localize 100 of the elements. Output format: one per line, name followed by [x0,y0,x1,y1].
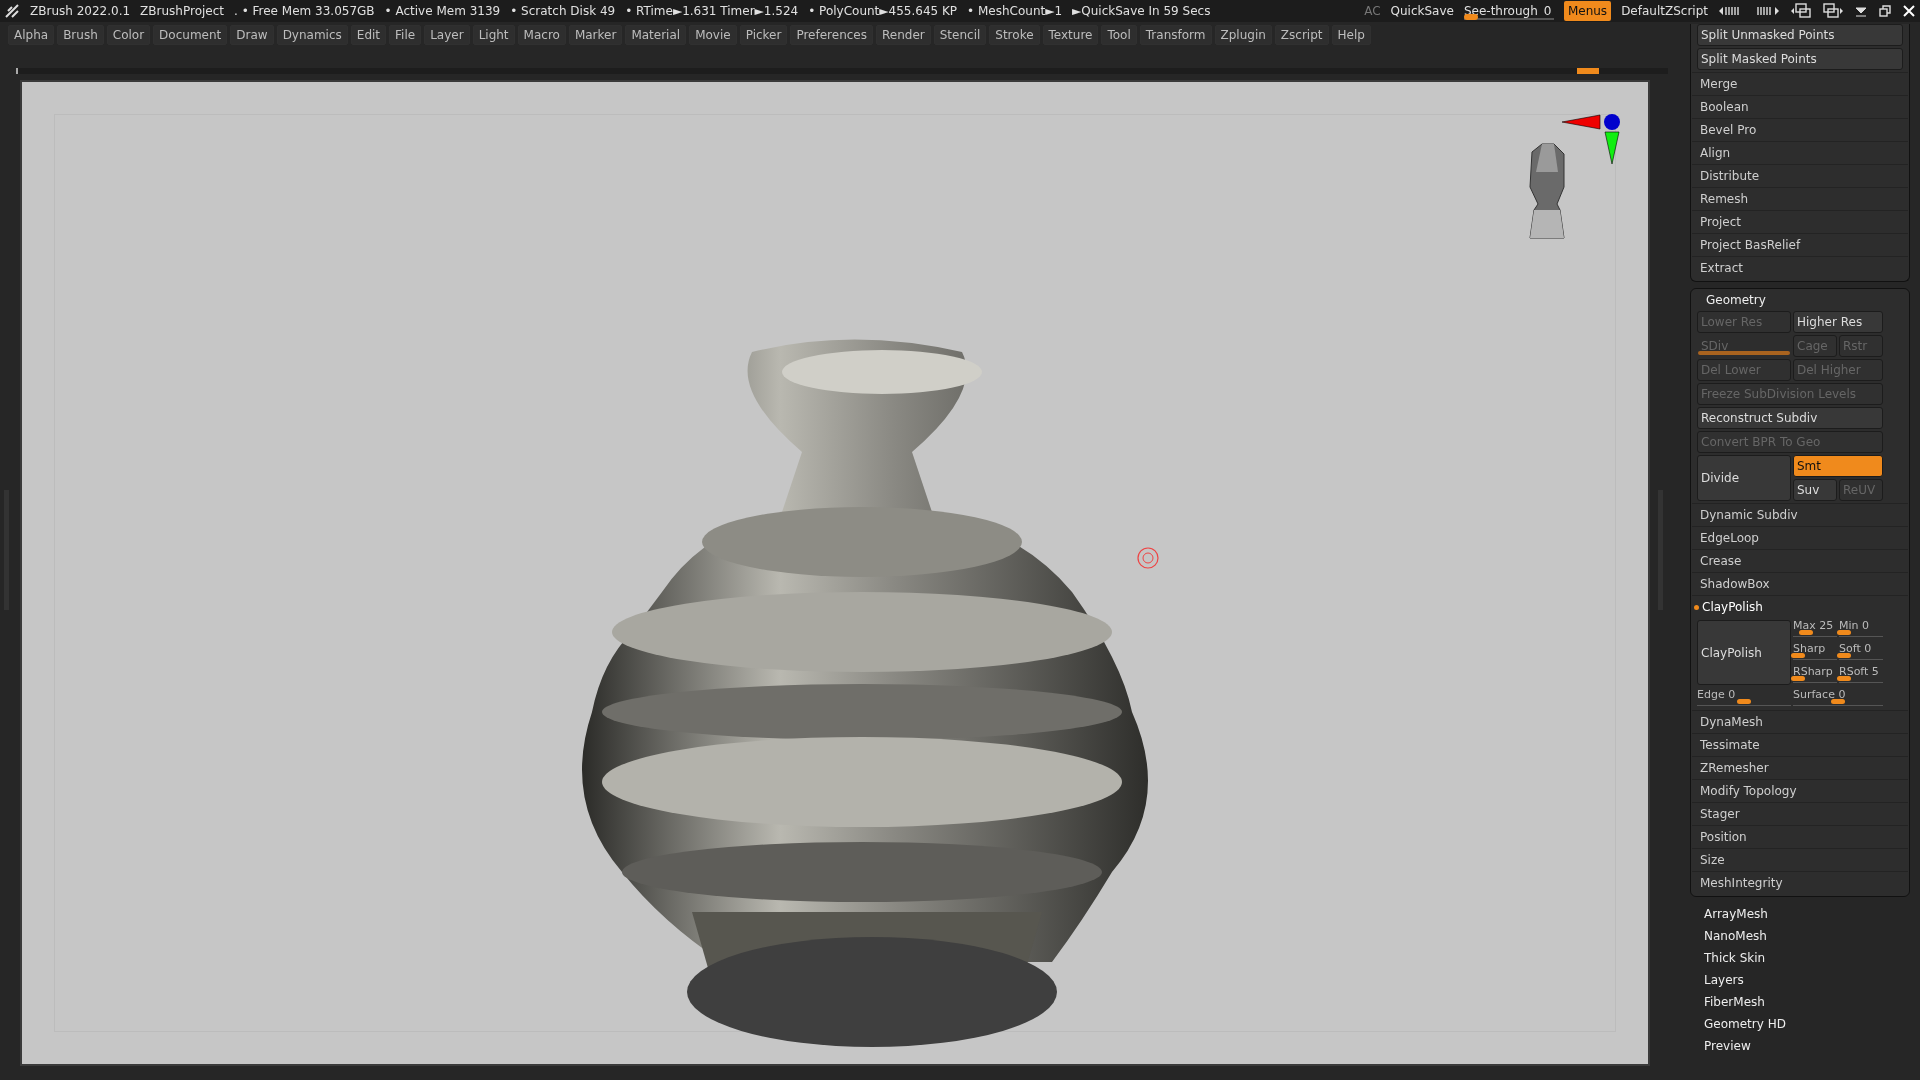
panel-item[interactable]: DynaMesh [1692,710,1908,733]
quicksave-timer: ►QuickSave In 59 Secs [1072,3,1211,20]
panel-item[interactable]: Project BasRelief [1692,233,1908,256]
panel-item[interactable]: ArrayMesh [1690,903,1910,925]
panel-item[interactable]: Position [1692,825,1908,848]
slider[interactable]: Min 0 [1839,618,1883,641]
ac-button[interactable]: AC [1364,2,1381,20]
panel-item[interactable]: FiberMesh [1690,991,1910,1013]
slider-thumb[interactable] [1837,676,1852,681]
panel-button[interactable]: Split Masked Points [1697,48,1903,70]
panel-item[interactable]: MeshIntegrity [1692,871,1908,894]
menu-item[interactable]: Tool [1101,25,1137,45]
section-header[interactable]: Geometry [1692,289,1908,311]
menu-item[interactable]: Layer [424,25,470,45]
panel-item[interactable]: Layers [1690,969,1910,991]
menu-item[interactable]: Color [106,25,151,45]
panel-button[interactable]: Suv [1793,479,1837,501]
slider-thumb[interactable] [1799,630,1814,635]
slider-thumb[interactable] [1837,653,1852,658]
script-name[interactable]: DefaultZScript [1621,2,1708,20]
panel-item[interactable]: Crease [1692,549,1908,572]
panel-item[interactable]: Align [1692,141,1908,164]
restore-icon[interactable] [1878,4,1892,18]
menu-item[interactable]: Brush [57,25,104,45]
panel-item[interactable]: EdgeLoop [1692,526,1908,549]
panel-button[interactable]: Reconstruct Subdiv [1697,407,1883,429]
panel-item[interactable]: ZRemesher [1692,756,1908,779]
menu-item[interactable]: Movie [689,25,737,45]
status-stat: • MeshCount►1 [967,3,1063,20]
slider-thumb[interactable] [1464,14,1479,20]
slider[interactable]: Soft 0 [1839,641,1883,664]
windows-next-icon[interactable] [1822,3,1844,19]
menu-item[interactable]: Zplugin [1214,25,1272,45]
menu-item[interactable]: Texture [1042,25,1099,45]
menu-item[interactable]: Render [876,25,931,45]
panel-item[interactable]: Distribute [1692,164,1908,187]
scroll-right-icon[interactable] [1754,4,1780,18]
menu-item[interactable]: Stroke [989,25,1040,45]
panel-item[interactable]: Tessimate [1692,733,1908,756]
panel-item[interactable]: NanoMesh [1690,925,1910,947]
close-icon[interactable] [1902,4,1916,18]
menu-item[interactable]: Light [472,25,515,45]
panel-button[interactable]: Smt [1793,455,1883,477]
panel-item[interactable]: Boolean [1692,95,1908,118]
menu-item[interactable]: Alpha [8,25,55,45]
slider[interactable]: RSoft 5 [1839,664,1883,687]
slider[interactable]: RSharp [1793,664,1837,687]
panel-item[interactable]: Project [1692,210,1908,233]
menu-item[interactable]: Preferences [790,25,873,45]
panel-item[interactable]: Remesh [1692,187,1908,210]
minimize-icon[interactable] [1854,4,1868,18]
panel-item[interactable]: Extract [1692,256,1908,279]
panel-item[interactable]: ClayPolish [1692,595,1908,618]
slider[interactable]: Sharp [1793,641,1837,664]
menu-item[interactable]: Marker [568,25,623,45]
menu-item[interactable]: Dynamics [276,25,348,45]
panel-item[interactable]: Size [1692,848,1908,871]
slider[interactable]: Edge 0 [1697,687,1791,710]
quicksave-button[interactable]: QuickSave [1390,2,1454,20]
panel-button[interactable]: Higher Res [1793,311,1883,333]
menu-item[interactable]: Transform [1139,25,1212,45]
slider-thumb[interactable] [1737,699,1751,704]
panel-item[interactable]: Bevel Pro [1692,118,1908,141]
panel-item[interactable]: Geometry HD [1690,1013,1910,1035]
panel-item[interactable]: Thick Skin [1690,947,1910,969]
menu-item[interactable]: Draw [230,25,274,45]
menu-item[interactable]: Macro [517,25,566,45]
panel-button[interactable]: Divide [1697,455,1791,501]
panel-item[interactable]: Dynamic Subdiv [1692,503,1908,526]
panel-item[interactable]: Modify Topology [1692,779,1908,802]
viewport[interactable] [20,80,1650,1066]
zbrush-logo-icon[interactable] [4,3,20,19]
timeline-marker[interactable] [1577,68,1600,74]
slider-thumb[interactable] [1791,676,1806,681]
slider[interactable]: Surface 0 [1793,687,1883,710]
slider-thumb[interactable] [1831,699,1845,704]
menu-item[interactable]: Zscript [1274,25,1329,45]
brush-cursor-icon [1136,546,1160,570]
see-through-slider[interactable]: See-through 0 [1463,0,1554,22]
menu-item[interactable]: Document [153,25,228,45]
menu-item[interactable]: Picker [739,25,788,45]
slider-thumb[interactable] [1837,630,1852,635]
status-stat: • Active Mem 3139 [384,3,501,20]
panel-button[interactable]: ClayPolish [1697,620,1791,685]
panel-item[interactable]: Stager [1692,802,1908,825]
menu-item[interactable]: Help [1331,25,1371,45]
menus-toggle[interactable]: Menus [1563,1,1612,21]
panel-button[interactable]: Split Unmasked Points [1697,24,1903,46]
timeline-track[interactable] [16,68,1668,74]
status-stat: • RTime►1.631 Timer►1.524 [625,3,799,20]
menu-item[interactable]: Stencil [933,25,987,45]
panel-item[interactable]: ShadowBox [1692,572,1908,595]
menu-item[interactable]: File [389,25,422,45]
menu-item[interactable]: Edit [350,25,387,45]
menu-item[interactable]: Material [625,25,687,45]
panel-item[interactable]: Merge [1692,72,1908,95]
slider-thumb[interactable] [1791,653,1806,658]
slider[interactable]: Max 25 [1793,618,1837,641]
panel-item[interactable]: Preview [1690,1035,1910,1057]
windows-prev-icon[interactable] [1790,3,1812,19]
